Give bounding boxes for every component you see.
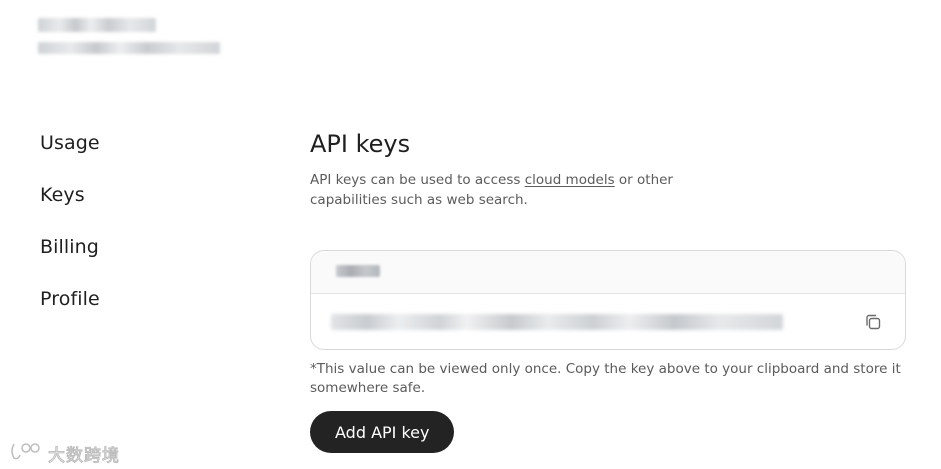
api-key-name-row bbox=[311, 251, 905, 294]
watermark-text: 大数跨境 bbox=[48, 445, 120, 466]
api-keys-section: API keys API keys can be used to access … bbox=[310, 128, 906, 453]
page-title: API keys bbox=[310, 130, 411, 158]
account-email-redacted bbox=[38, 42, 220, 54]
sidebar-item-billing[interactable]: Billing bbox=[40, 236, 100, 262]
api-key-value-row bbox=[311, 294, 905, 349]
account-info-redacted bbox=[38, 18, 220, 64]
add-api-key-button[interactable]: Add API key bbox=[310, 411, 455, 453]
api-key-warning-note: *This value can be viewed only once. Cop… bbox=[310, 361, 901, 396]
api-keys-page: Usage Keys Billing Profile API keys API … bbox=[0, 0, 941, 469]
api-key-card bbox=[310, 250, 906, 350]
sidebar-item-keys[interactable]: Keys bbox=[40, 184, 100, 210]
sidebar-item-usage[interactable]: Usage bbox=[40, 132, 100, 158]
page-description: API keys can be used to access cloud mod… bbox=[310, 170, 690, 210]
watermark-logo-icon bbox=[8, 440, 44, 466]
api-key-value-redacted[interactable] bbox=[331, 314, 783, 330]
api-key-name-redacted bbox=[336, 265, 380, 277]
sidebar-nav: Usage Keys Billing Profile bbox=[40, 132, 100, 340]
sidebar-item-profile[interactable]: Profile bbox=[40, 288, 100, 314]
account-name-redacted bbox=[38, 18, 156, 32]
watermark: 大数跨境 bbox=[8, 440, 120, 466]
cloud-models-link[interactable]: cloud models bbox=[525, 172, 615, 188]
description-text-before: API keys can be used to access bbox=[310, 172, 525, 188]
copy-icon[interactable] bbox=[863, 312, 883, 332]
